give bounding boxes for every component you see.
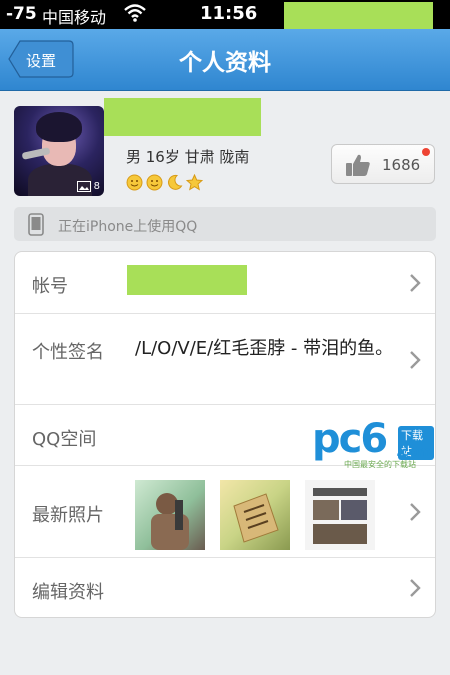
photo-count-badge: 8 <box>76 181 100 192</box>
photo-thumbnail[interactable] <box>220 480 290 550</box>
like-count: 1686 <box>382 156 421 174</box>
thumbs-up-icon <box>346 154 370 176</box>
chevron-right-icon <box>410 503 421 521</box>
photo-thumbnail[interactable] <box>305 480 375 550</box>
star-icon <box>185 173 204 191</box>
navigation-bar: 设置 个人资料 <box>0 29 450 91</box>
account-label: 帐号 <box>32 276 68 297</box>
chevron-right-icon <box>410 351 421 369</box>
sun-smiley-icon <box>146 174 163 191</box>
status-bar: -75 中国移动 11:56 <box>0 0 450 29</box>
redaction-block <box>127 265 247 295</box>
photos-row[interactable]: 最新照片 <box>15 466 435 558</box>
qzone-label: QQ空间 <box>32 429 97 450</box>
carrier-name: 中国移动 <box>42 8 107 27</box>
signal-strength: -75 <box>6 4 37 24</box>
signature-value: /L/O/V/E/红毛歪脖 - 带泪的鱼。 <box>135 338 394 359</box>
device-status-bar: 正在iPhone上使用QQ <box>14 207 436 241</box>
chevron-right-icon <box>410 274 421 292</box>
photo-thumbnail[interactable] <box>135 480 205 550</box>
account-row[interactable]: 帐号 <box>15 252 435 314</box>
redaction-block <box>104 98 261 136</box>
image-icon <box>76 181 91 192</box>
clock-time: 11:56 <box>200 3 258 24</box>
edit-profile-row[interactable]: 编辑资料 <box>15 558 435 618</box>
page-title: 个人资料 <box>179 50 271 76</box>
photos-label: 最新照片 <box>32 505 104 526</box>
watermark-slogan: 中国最安全的下载站 <box>344 460 416 469</box>
edit-profile-label: 编辑资料 <box>32 582 104 603</box>
watermark-domain: .com <box>396 445 432 460</box>
device-status-text: 正在iPhone上使用QQ <box>58 219 198 235</box>
signature-label: 个性签名 <box>32 342 104 363</box>
like-button[interactable]: 1686 <box>331 144 435 184</box>
avatar[interactable]: 8 <box>14 106 104 196</box>
sun-smiley-icon <box>126 174 143 191</box>
moon-icon <box>166 174 183 191</box>
chevron-right-icon <box>410 579 421 597</box>
watermark-logo: pc6 下载站 .com 中国最安全的下载站 <box>310 412 434 470</box>
level-badges <box>126 173 204 191</box>
phone-icon <box>28 213 44 236</box>
notification-dot <box>422 148 430 156</box>
profile-info: 男 16岁 甘肃 陇南 <box>126 148 250 166</box>
photo-count: 8 <box>93 181 100 192</box>
wifi-icon <box>124 4 146 22</box>
watermark-brand: pc6 <box>312 416 388 462</box>
avatar-figure-hair <box>36 112 82 142</box>
signature-row[interactable]: 个性签名 /L/O/V/E/红毛歪脖 - 带泪的鱼。 <box>15 314 435 405</box>
redaction-block <box>284 2 433 29</box>
